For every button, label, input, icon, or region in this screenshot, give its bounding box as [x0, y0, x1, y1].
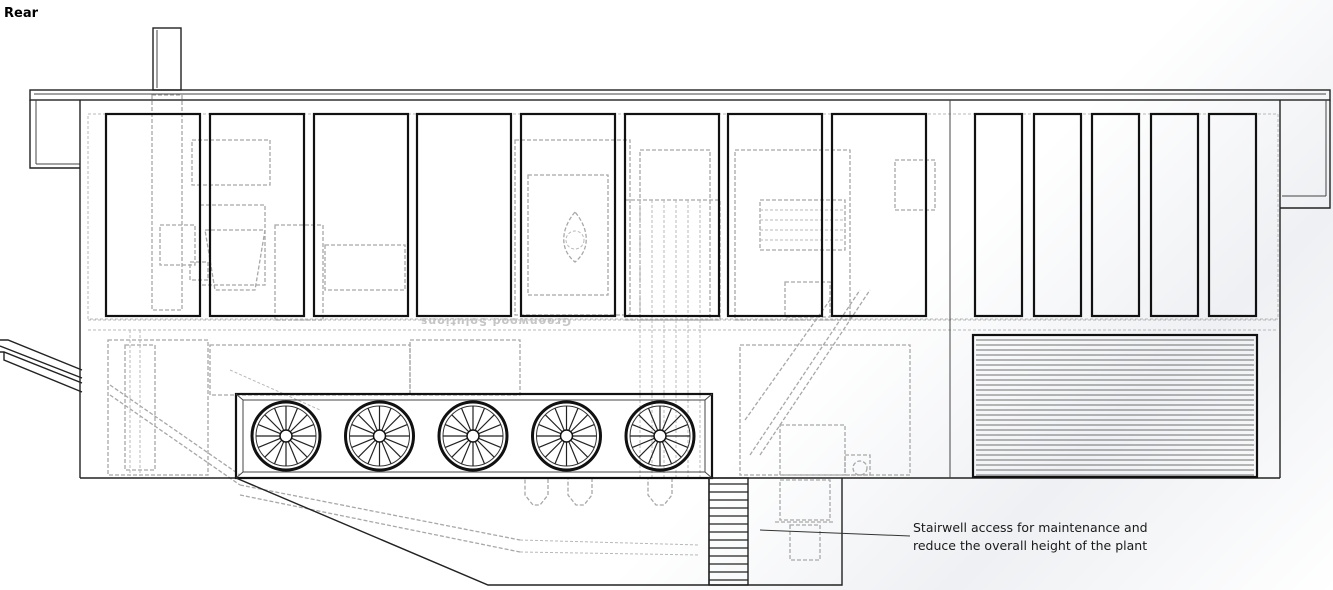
- plant-elevation-drawing: Greenwood Solutions: [0, 27, 1331, 586]
- callout-line-1: Stairwell access for maintenance and: [913, 520, 1148, 535]
- panel: [415, 112, 513, 318]
- panel: [830, 112, 928, 318]
- panel: [208, 112, 306, 318]
- callout-leader-line: [759, 529, 911, 537]
- panel: [104, 112, 202, 318]
- building-outline: [29, 27, 1331, 479]
- roller-door: [971, 333, 1259, 479]
- fan-bank: [234, 392, 714, 480]
- fan: [531, 400, 602, 472]
- panel: [1032, 112, 1083, 318]
- lower-foundation: [235, 477, 843, 586]
- panel: [312, 112, 410, 318]
- stairwell-callout: Stairwell access for maintenance and red…: [913, 519, 1213, 555]
- panel: [1207, 112, 1258, 318]
- fan: [624, 400, 696, 472]
- panel: [973, 112, 1024, 318]
- fan: [437, 400, 509, 472]
- panel: [726, 112, 824, 318]
- feed-conveyor: [0, 339, 83, 393]
- panel: [1090, 112, 1141, 318]
- fan: [344, 400, 415, 472]
- callout-line-2: reduce the overall height of the plant: [913, 538, 1148, 553]
- panel: [519, 112, 617, 318]
- panel: [1149, 112, 1200, 318]
- fan: [250, 400, 322, 472]
- stairwell: [708, 477, 749, 586]
- panel: [623, 112, 721, 318]
- upper-panels-right-group: [973, 112, 1258, 318]
- upper-panels-left-group: [104, 112, 928, 318]
